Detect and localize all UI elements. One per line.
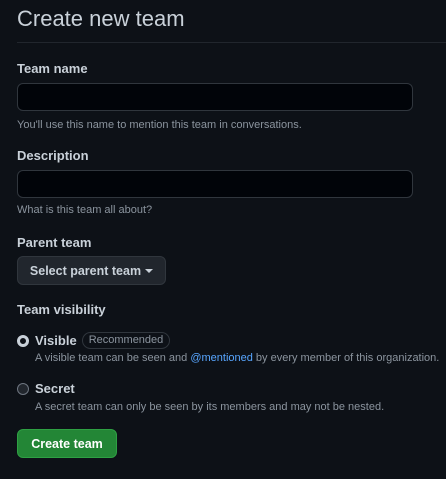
page-title: Create new team	[17, 6, 185, 31]
secret-option-label: Secret	[35, 381, 75, 396]
visible-desc-before: A visible team can be seen and	[35, 352, 191, 364]
parent-team-label: Parent team	[17, 235, 92, 250]
team-name-hint: You'll use this name to mention this tea…	[17, 119, 302, 131]
title-divider	[17, 42, 446, 43]
description-hint: What is this team all about?	[17, 204, 153, 216]
secret-radio[interactable]	[17, 383, 29, 395]
create-team-button[interactable]: Create team	[17, 429, 117, 458]
secret-option-title[interactable]: Secret	[35, 381, 75, 396]
description-input[interactable]	[17, 170, 413, 198]
team-name-label: Team name	[17, 61, 88, 76]
select-parent-team-label: Select parent team	[29, 263, 142, 278]
mentioned-link[interactable]: @mentioned	[190, 352, 253, 364]
visible-desc-after: by every member of this organization.	[252, 352, 440, 364]
visible-radio[interactable]	[17, 335, 29, 347]
caret-down-icon	[145, 269, 154, 273]
recommended-badge: Recommended	[81, 332, 171, 349]
visible-option-title[interactable]: Visible Recommended	[35, 332, 171, 349]
select-parent-team-button[interactable]: Select parent team	[17, 256, 166, 285]
visible-option-label: Visible	[35, 333, 77, 348]
description-label: Description	[17, 148, 89, 163]
visible-option-description: A visible team can be seen and @mentione…	[35, 352, 439, 364]
team-visibility-label: Team visibility	[17, 302, 106, 317]
secret-option-description: A secret team can only be seen by its me…	[35, 401, 385, 413]
team-name-input[interactable]	[17, 83, 413, 111]
